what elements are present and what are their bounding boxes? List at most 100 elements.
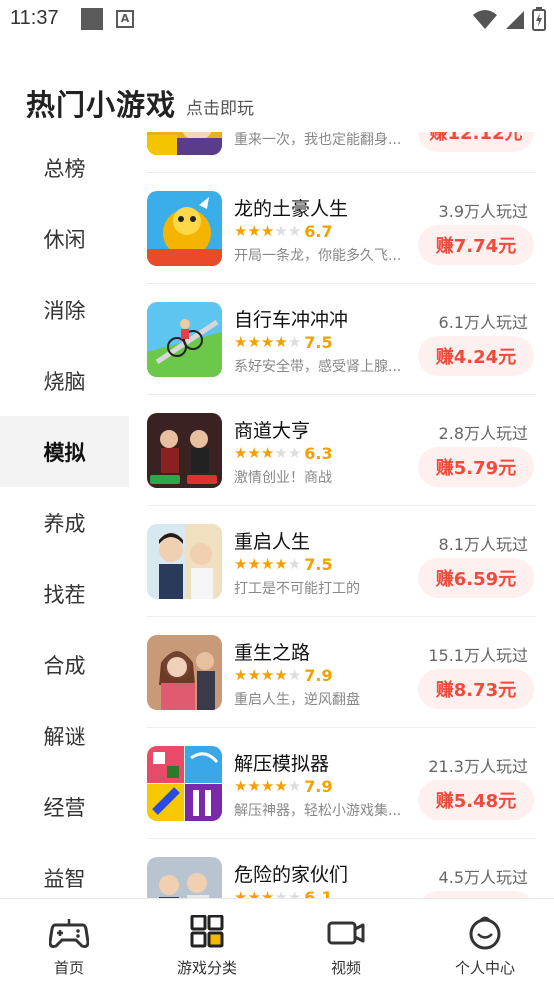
game-description: 解压神器，轻松小游戏集... (234, 803, 402, 819)
game-title: 商道大亨 (234, 420, 311, 442)
game-row[interactable]: 重来一次，我也定能翻身... 赚12.12元 (130, 132, 554, 173)
game-rating: ★ ★ ★ ★ ★ 7.5 (234, 554, 333, 574)
nav-label: 个人中心 (454, 959, 515, 977)
rating-score: 6.1 (304, 887, 333, 899)
game-row[interactable]: 重启人生 ★ ★ ★ ★ ★ 7.5 打工是不可能打工的 8.1万人玩过 赚6.59元 (130, 506, 554, 617)
video-camera-icon (327, 921, 365, 945)
earn-button[interactable]: 赚6.59元 (418, 558, 534, 598)
game-title: 重生之路 (234, 642, 311, 664)
game-rating: ★ ★ ★ ★ ★ 7.9 (234, 665, 333, 685)
rating-score: 7.5 (304, 554, 333, 574)
earn-button[interactable]: 赚5.48元 (418, 780, 534, 820)
game-title: 危险的家伙们 (234, 864, 349, 886)
game-description: 打工是不可能打工的 (234, 581, 360, 597)
game-list: 重来一次，我也定能翻身... 赚12.12元 龙的土豪人生 ★ ★ ★ ★ ★ 6.7 … (130, 132, 554, 898)
game-rating: ★ ★ ★ ★ ★ 6.3 (234, 444, 333, 463)
sidebar-item-消除[interactable]: 消除 (0, 274, 129, 345)
sidebar-item-总榜[interactable]: 总榜 (0, 132, 129, 203)
notification-a-icon: A (116, 10, 134, 28)
game-description: 系好安全带，感受肾上腺... (234, 359, 402, 375)
rating-score: 7.9 (304, 665, 333, 685)
nav-label: 视频 (330, 959, 361, 977)
game-thumbnail[interactable] (147, 524, 222, 599)
game-thumbnail[interactable] (147, 302, 222, 377)
game-title: 解压模拟器 (234, 753, 330, 775)
game-rating: ★ ★ ★ ★ ★ 7.5 (234, 332, 333, 352)
bottom-navigation: 首页 游戏分类 视频 个人中心 (0, 898, 554, 986)
game-thumbnail[interactable] (147, 132, 222, 155)
sidebar-item-合成[interactable]: 合成 (0, 629, 129, 700)
status-indicators (472, 6, 546, 32)
game-thumbnail[interactable] (147, 191, 222, 266)
rating-score: 7.9 (304, 776, 333, 796)
game-row[interactable]: 解压模拟器 ★ ★ ★ ★ ★ 7.9 解压神器，轻松小游戏集... 21.3万人玩过 … (130, 728, 554, 839)
earn-button[interactable]: 赚5.79元 (418, 447, 534, 487)
sidebar-item-益智[interactable]: 益智 (0, 842, 129, 898)
star-rating-icon: ★ ★ ★ ★ ★ (234, 555, 302, 573)
nav-profile[interactable]: 个人中心 (416, 899, 554, 986)
game-thumbnail[interactable] (147, 413, 222, 488)
nav-video[interactable]: 视频 (277, 899, 415, 986)
sidebar-item-烧脑[interactable]: 烧脑 (0, 345, 129, 416)
game-row[interactable]: 商道大亨 ★ ★ ★ ★ ★ 6.3 激情创业！商战 2.8万人玩过 赚5.79元 (130, 395, 554, 506)
star-rating-icon: ★ ★ ★ ★ ★ (234, 222, 302, 240)
earn-button[interactable]: 赚4.24元 (418, 336, 534, 376)
game-title: 龙的土豪人生 (234, 198, 349, 220)
play-count: 4.5万人玩过 (438, 868, 528, 887)
game-title: 自行车冲冲冲 (234, 309, 349, 331)
game-rating: ★ ★ ★ ★ ★ 7.9 (234, 776, 333, 796)
play-count: 15.1万人玩过 (428, 646, 528, 665)
game-rating: ★ ★ ★ ★ ★ 6.7 (234, 221, 333, 241)
grid-icon (190, 915, 224, 948)
game-row[interactable]: 龙的土豪人生 ★ ★ ★ ★ ★ 6.7 开局一条龙，你能多久飞... 3.9万人玩过 … (130, 173, 554, 284)
smile-face-icon (469, 916, 501, 950)
game-rating: ★ ★ ★ ★ ★ 6.1 (234, 887, 333, 899)
earn-button[interactable] (418, 891, 534, 898)
sidebar-item-休闲[interactable]: 休闲 (0, 203, 129, 274)
play-count: 8.1万人玩过 (438, 535, 528, 554)
game-thumbnail[interactable] (147, 746, 222, 821)
rating-score: 6.7 (304, 221, 333, 241)
play-count: 6.1万人玩过 (438, 313, 528, 332)
play-count: 21.3万人玩过 (428, 757, 528, 776)
page-title: 热门小游戏 (26, 88, 177, 122)
star-rating-icon: ★ ★ ★ ★ ★ (234, 333, 302, 351)
signal-icon (506, 11, 524, 29)
nav-home[interactable]: 首页 (0, 899, 138, 986)
game-description: 重来一次，我也定能翻身... (234, 132, 402, 148)
sidebar-item-经营[interactable]: 经营 (0, 771, 129, 842)
gamepad-icon (49, 919, 89, 948)
status-time: 11:37 (10, 7, 59, 29)
sidebar-item-找茬[interactable]: 找茬 (0, 558, 129, 629)
notification-square-icon (81, 8, 103, 30)
star-rating-icon: ★ ★ ★ ★ ★ (234, 888, 302, 898)
category-sidebar: 总榜 休闲 消除 烧脑 模拟 养成 找茬 合成 解谜 经营 益智 (0, 132, 129, 898)
earn-button[interactable]: 赚12.12元 (418, 132, 534, 152)
play-count: 2.8万人玩过 (438, 424, 528, 443)
game-description: 重启人生，逆风翻盘 (234, 692, 360, 708)
star-rating-icon: ★ ★ ★ ★ ★ (234, 777, 302, 795)
nav-label: 首页 (53, 959, 84, 977)
star-rating-icon: ★ ★ ★ ★ ★ (234, 444, 302, 462)
sidebar-item-养成[interactable]: 养成 (0, 487, 129, 558)
game-title: 重启人生 (234, 531, 311, 553)
nav-categories[interactable]: 游戏分类 (138, 899, 276, 986)
nav-label: 游戏分类 (176, 959, 237, 977)
game-row[interactable]: 自行车冲冲冲 ★ ★ ★ ★ ★ 7.5 系好安全带，感受肾上腺... 6.1万人玩过 … (130, 284, 554, 395)
star-rating-icon: ★ ★ ★ ★ ★ (234, 666, 302, 684)
game-row[interactable]: 危险的家伙们 ★ ★ ★ ★ ★ 6.1 4.5万人玩过 (130, 839, 554, 898)
game-thumbnail[interactable] (147, 635, 222, 710)
battery-charging-icon (532, 7, 546, 31)
status-bar: 11:37 A (0, 0, 554, 40)
sidebar-item-模拟[interactable]: 模拟 (0, 416, 129, 487)
sidebar-item-解谜[interactable]: 解谜 (0, 700, 129, 771)
earn-button[interactable]: 赚7.74元 (418, 225, 534, 265)
earn-button[interactable]: 赚8.73元 (418, 669, 534, 709)
rating-score: 7.5 (304, 332, 333, 352)
wifi-icon (473, 10, 497, 29)
game-row[interactable]: 重生之路 ★ ★ ★ ★ ★ 7.9 重启人生，逆风翻盘 15.1万人玩过 赚8.73元 (130, 617, 554, 728)
game-description: 开局一条龙，你能多久飞... (234, 248, 402, 264)
game-thumbnail[interactable] (147, 857, 222, 898)
game-description: 激情创业！商战 (234, 470, 332, 486)
page-subtitle: 点击即玩 (186, 99, 254, 119)
